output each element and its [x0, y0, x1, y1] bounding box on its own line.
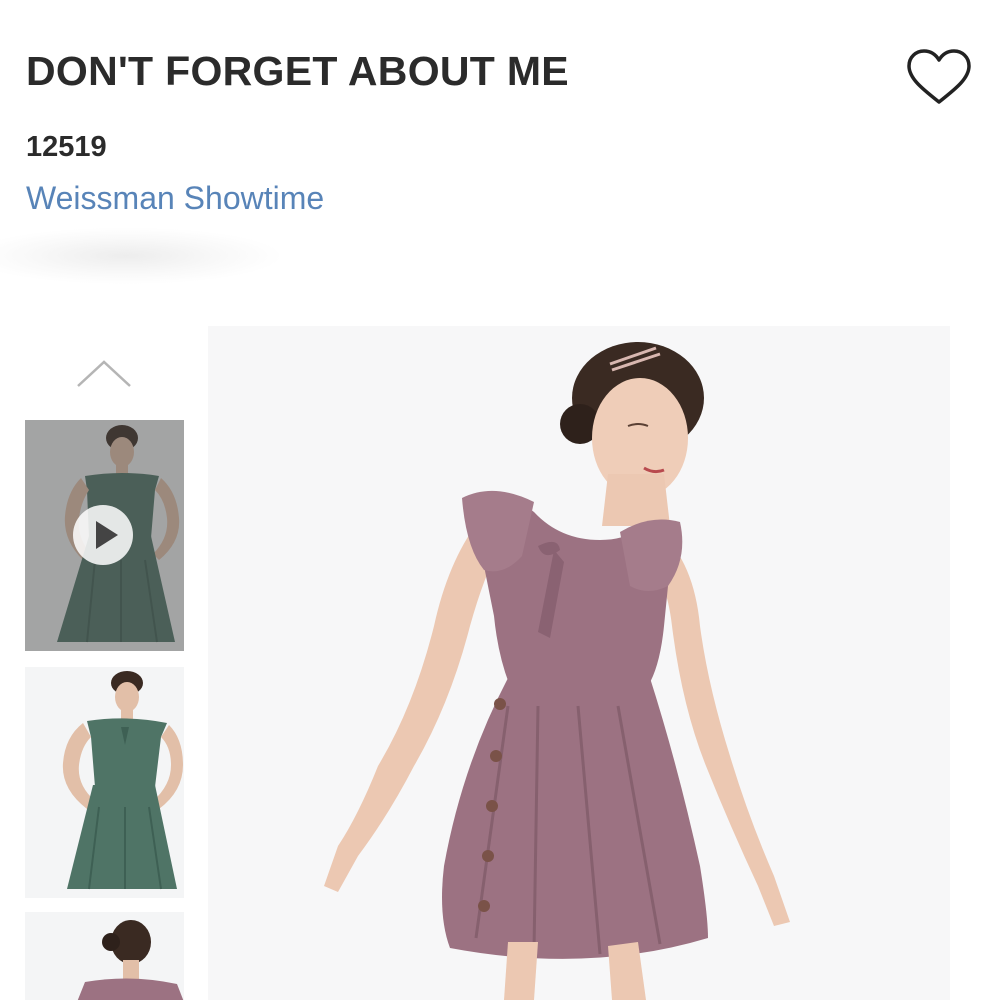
gallery-thumbnail[interactable]: [25, 667, 184, 898]
gallery-thumbnail[interactable]: [25, 912, 184, 1000]
product-title: DON'T FORGET ABOUT ME: [26, 48, 569, 94]
main-product-image: [208, 326, 950, 1000]
brand-link[interactable]: Weissman Showtime: [26, 180, 324, 217]
favorite-heart-icon[interactable]: [904, 48, 974, 108]
blurred-area: [0, 228, 280, 284]
chevron-up-icon[interactable]: [72, 352, 136, 392]
product-sku: 12519: [26, 131, 107, 163]
play-icon[interactable]: [72, 504, 134, 566]
product-page: DON'T FORGET ABOUT ME 12519 Weissman Sho…: [0, 0, 1000, 1000]
